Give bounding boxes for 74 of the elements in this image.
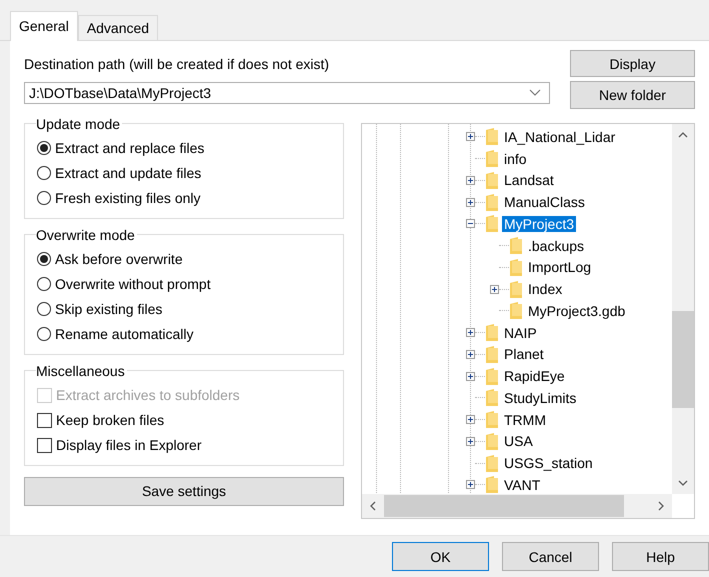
scroll-left-icon[interactable] — [368, 500, 378, 511]
scroll-right-icon[interactable] — [656, 500, 666, 511]
expand-toggle[interactable] — [466, 436, 475, 446]
radio-option[interactable]: Extract and update files — [37, 160, 343, 186]
folder-icon — [486, 346, 498, 363]
tree-item[interactable]: MyProject3.gdb — [526, 302, 628, 319]
folder-icon — [486, 432, 498, 450]
tree-item[interactable]: StudyLimits — [502, 390, 578, 406]
folder-icon — [486, 389, 498, 406]
radio-option[interactable]: Fresh existing files only — [37, 186, 343, 211]
group-title: Miscellaneous — [36, 362, 126, 379]
expand-toggle[interactable] — [466, 372, 475, 381]
folder-icon — [486, 368, 498, 385]
destination-combo[interactable]: J:\DOTbase\Data\MyProject3 — [24, 82, 550, 104]
folder-icon — [486, 150, 498, 168]
folder-icon — [510, 237, 522, 254]
expand-toggle[interactable] — [490, 284, 499, 294]
tree-item[interactable]: RapidEye — [502, 368, 567, 384]
tree-item[interactable]: ManualClass — [502, 194, 587, 210]
expand-toggle[interactable] — [466, 328, 475, 338]
tree-item[interactable]: NAIP — [502, 324, 539, 341]
radio-option[interactable]: Rename automatically — [37, 322, 343, 347]
folder-icon — [510, 302, 522, 320]
tree-item[interactable]: MyProject3 — [502, 216, 576, 232]
tree-item[interactable]: TRMM — [502, 412, 548, 428]
group-title: Update mode — [36, 116, 122, 132]
collapse-toggle[interactable] — [466, 219, 475, 228]
radio-option[interactable]: Extract and replace files — [37, 136, 343, 161]
tab[interactable]: Advanced — [78, 14, 158, 40]
tree-item[interactable]: Landsat — [502, 172, 556, 188]
side-button[interactable]: New folder — [570, 81, 695, 109]
folder-icon — [510, 280, 522, 298]
folder-icon — [486, 215, 498, 232]
side-button[interactable]: Display — [570, 50, 695, 78]
radio-option[interactable]: Overwrite without prompt — [37, 272, 343, 297]
folder-icon — [486, 476, 498, 494]
tree-item[interactable]: Planet — [502, 346, 546, 362]
scroll-up-icon[interactable] — [678, 130, 688, 140]
checkbox-option[interactable]: Keep broken files — [37, 408, 343, 433]
tree-item[interactable]: info — [502, 150, 529, 167]
tree-item[interactable]: USGS_station — [502, 455, 595, 472]
tree-item[interactable]: ImportLog — [526, 259, 594, 276]
tab[interactable]: General — [10, 10, 78, 41]
scroll-down-icon[interactable] — [678, 478, 688, 488]
save-settings-button[interactable]: Save settings — [24, 476, 344, 506]
expand-toggle[interactable] — [466, 198, 475, 207]
horizontal-scrollbar[interactable] — [362, 494, 672, 518]
radio-option[interactable]: Ask before overwrite — [37, 246, 343, 272]
tree-item[interactable]: USA — [502, 433, 535, 450]
radio-option[interactable]: Skip existing files — [37, 296, 343, 322]
expand-toggle[interactable] — [466, 480, 475, 490]
folder-icon — [486, 411, 498, 428]
dialog-button[interactable]: OK — [392, 542, 489, 572]
expand-toggle[interactable] — [466, 350, 475, 359]
destination-label: Destination path (will be created if does not exist) — [24, 56, 330, 74]
tree-item[interactable]: IA_National_Lidar — [502, 128, 618, 145]
expand-toggle[interactable] — [466, 176, 475, 185]
dialog-button[interactable]: Help — [612, 542, 709, 572]
dropdown-icon[interactable] — [529, 88, 541, 97]
tree-item[interactable]: .backups — [526, 238, 586, 254]
expand-toggle[interactable] — [466, 132, 475, 142]
expand-toggle[interactable] — [466, 415, 475, 424]
checkbox-option[interactable]: Display files in Explorer — [37, 432, 343, 458]
dialog-button[interactable]: Cancel — [502, 542, 599, 572]
folder-icon — [510, 258, 522, 276]
group-title: Overwrite mode — [36, 226, 136, 243]
folder-icon — [486, 172, 498, 189]
tree-item[interactable]: Index — [526, 281, 564, 298]
folder-icon — [486, 128, 498, 146]
folder-icon — [486, 454, 498, 472]
vertical-scrollbar[interactable] — [672, 124, 694, 494]
tree-item[interactable]: VANT — [502, 476, 542, 493]
folder-icon — [486, 194, 498, 211]
folder-icon — [486, 324, 498, 342]
